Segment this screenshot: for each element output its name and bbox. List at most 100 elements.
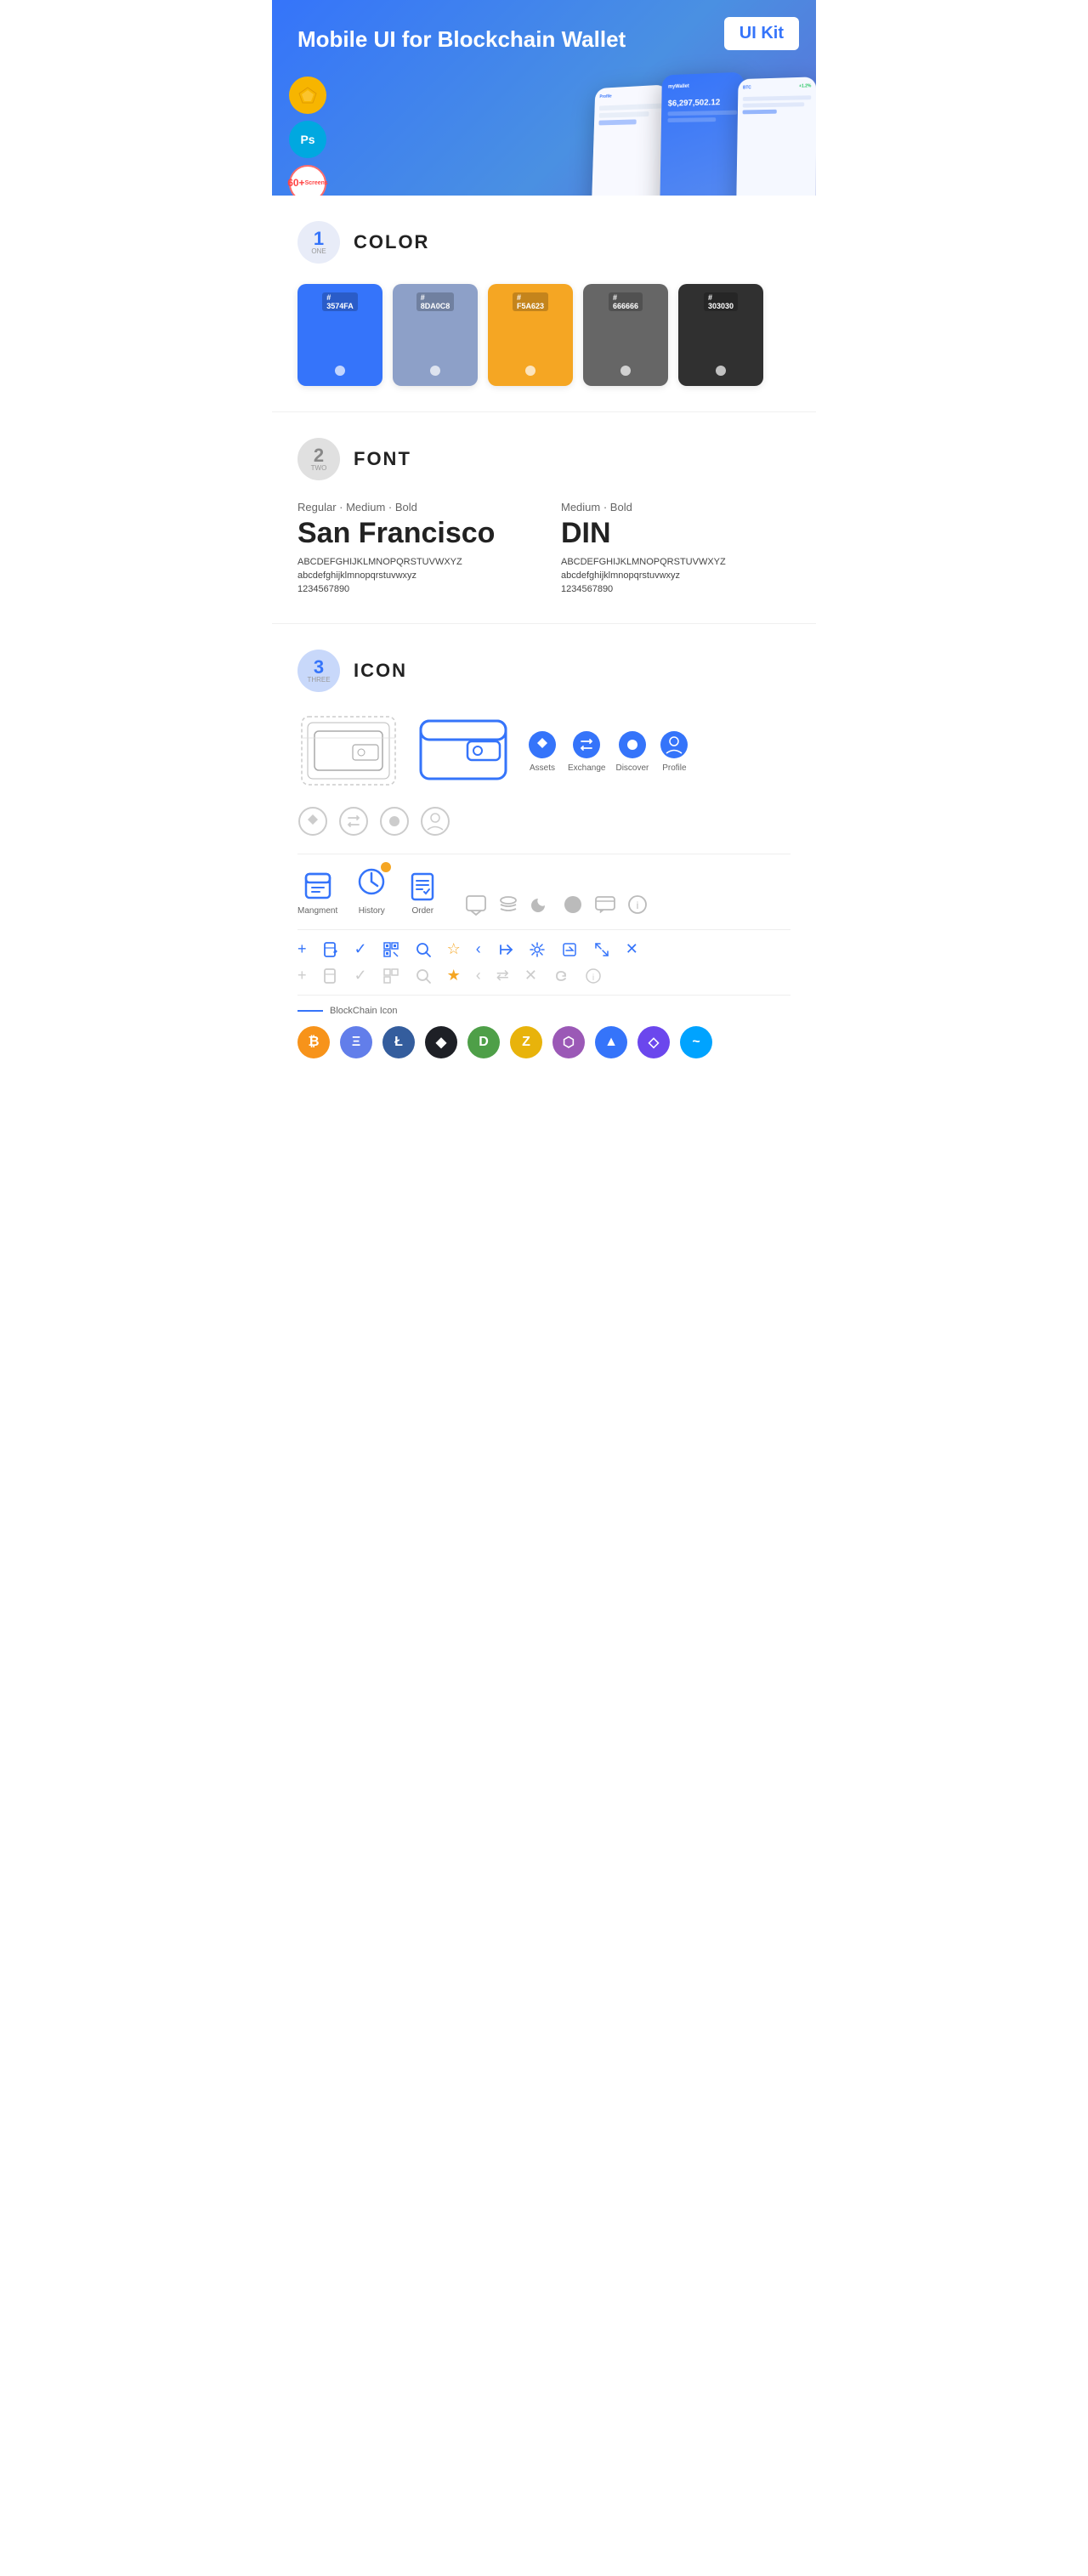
section-num-2: 2 TWO bbox=[298, 438, 340, 480]
crypto-icon-1: Ξ bbox=[340, 1026, 372, 1058]
divider-2 bbox=[298, 929, 790, 930]
tab-icon-label: Discover bbox=[615, 763, 649, 773]
qr-icon-grey bbox=[382, 967, 400, 984]
phone-2: myWallet $6,297,502.12 bbox=[660, 72, 745, 196]
font-lowercase: abcdefghijklmnopqrstuvwxyz bbox=[298, 570, 527, 581]
wallet-wireframe-svg bbox=[298, 712, 400, 789]
close-icon[interactable]: ✕ bbox=[626, 940, 638, 958]
svg-text:i: i bbox=[637, 899, 639, 911]
badge-row: Ps 60+ Screens bbox=[289, 77, 326, 196]
upload-icon[interactable] bbox=[561, 941, 578, 958]
phone-mockups: Profile myWallet $6,297,502.12 BTC+1.2% bbox=[591, 72, 816, 196]
circle-icon bbox=[562, 894, 584, 916]
crypto-icon-6: ⬡ bbox=[552, 1026, 585, 1058]
color-hex-label: # 303030 bbox=[704, 292, 738, 311]
crypto-icon-0: ₿ bbox=[298, 1026, 330, 1058]
tab-icons-grey bbox=[298, 806, 450, 837]
chat-icon bbox=[465, 894, 487, 916]
check-icon[interactable]: ✓ bbox=[354, 940, 367, 958]
section-header-font: 2 TWO FONT bbox=[298, 438, 790, 480]
blockchain-line bbox=[298, 1010, 323, 1012]
action-icons-row-1: + ✓ ☆ ‹ ✕ bbox=[298, 940, 790, 958]
color-swatch-303030: # 303030 bbox=[678, 284, 763, 386]
moon-icon bbox=[530, 894, 552, 916]
history-badge bbox=[381, 862, 391, 872]
history-label: History bbox=[359, 906, 385, 916]
tab-icon-label: Exchange bbox=[568, 763, 605, 773]
ui-kit-badge: UI Kit bbox=[724, 17, 799, 50]
chevron-left-icon-grey: ‹ bbox=[476, 967, 481, 984]
profile-icon-grey bbox=[420, 806, 450, 837]
crypto-icon-7: ▲ bbox=[595, 1026, 627, 1058]
color-swatch-3574FA: # 3574FA bbox=[298, 284, 382, 386]
crypto-icon-2: Ł bbox=[382, 1026, 415, 1058]
color-swatch-row: # 3574FA # 8DA0C8 # F5A623 # 666666 # 303030 bbox=[298, 284, 790, 386]
hero-title: Mobile UI for Blockchain Wallet bbox=[298, 26, 790, 54]
font-numbers: 1234567890 bbox=[561, 584, 790, 594]
font-title: FONT bbox=[354, 448, 411, 470]
layers-icon bbox=[497, 894, 519, 916]
redo-icon-grey bbox=[552, 967, 570, 984]
history-icon-wrapper bbox=[354, 865, 388, 903]
star-icon[interactable]: ☆ bbox=[447, 940, 461, 958]
order-icon bbox=[405, 869, 439, 903]
section-num-1: 1 ONE bbox=[298, 221, 340, 264]
tab-icon-label: Profile bbox=[662, 763, 686, 773]
screens-badge: 60+ Screens bbox=[289, 165, 326, 196]
misc-icon-row: i bbox=[465, 894, 649, 916]
crypto-icon-9: ~ bbox=[680, 1026, 712, 1058]
share-icon[interactable] bbox=[496, 941, 513, 958]
resize-icon[interactable] bbox=[593, 941, 610, 958]
message-icon bbox=[594, 894, 616, 916]
arrows-icon-grey: ⇄ bbox=[496, 967, 509, 984]
blockchain-label-row: BlockChain Icon bbox=[298, 1006, 790, 1016]
color-hex-label: # 8DA0C8 bbox=[416, 292, 455, 311]
color-swatch-666666: # 666666 bbox=[583, 284, 668, 386]
crypto-icon-5: Z bbox=[510, 1026, 542, 1058]
document-edit-icon-grey bbox=[322, 967, 339, 984]
phone-1: Profile bbox=[591, 84, 668, 196]
font-row: Regular · Medium · Bold San Francisco AB… bbox=[298, 501, 790, 598]
icon-title: ICON bbox=[354, 660, 407, 682]
check-icon-grey: ✓ bbox=[354, 967, 367, 984]
tab-icons-colored: Assets Exchange Discover Profile bbox=[527, 729, 689, 773]
plus-icon-grey: + bbox=[298, 967, 307, 984]
x-icon-grey: ✕ bbox=[524, 967, 537, 984]
search-icon-grey bbox=[415, 967, 432, 984]
qr-icon[interactable] bbox=[382, 941, 400, 958]
color-swatch-F5A623: # F5A623 bbox=[488, 284, 573, 386]
font-section: 2 TWO FONT Regular · Medium · Bold San F… bbox=[272, 411, 816, 623]
color-hex-label: # 3574FA bbox=[322, 292, 358, 311]
sketch-badge bbox=[289, 77, 326, 114]
tab-icon-assets: Assets bbox=[527, 729, 558, 773]
wallet-colored-container bbox=[416, 712, 510, 789]
action-icons-row-2: + ✓ ★ ‹ ⇄ ✕ i bbox=[298, 967, 790, 984]
phone-3: BTC+1.2% bbox=[736, 77, 816, 196]
management-icon-item: Mangment bbox=[298, 869, 337, 916]
tab-icon-discover: Discover bbox=[615, 729, 649, 773]
document-edit-icon[interactable] bbox=[322, 941, 339, 958]
font-style-label: Medium · Bold bbox=[561, 501, 790, 513]
settings-icon[interactable] bbox=[529, 941, 546, 958]
ps-badge: Ps bbox=[289, 121, 326, 158]
wallet-colored-svg bbox=[416, 712, 510, 789]
history-icon-item: History bbox=[354, 865, 388, 916]
blockchain-label: BlockChain Icon bbox=[330, 1006, 398, 1016]
color-hex-label: # F5A623 bbox=[513, 292, 548, 311]
icon-section: 3 THREE ICON Ass bbox=[272, 623, 816, 1084]
wallet-wireframe-container bbox=[298, 712, 400, 789]
order-icon-item: Order bbox=[405, 869, 439, 916]
font-uppercase: ABCDEFGHIJKLMNOPQRSTUVWXYZ bbox=[298, 557, 527, 567]
chevron-left-icon[interactable]: ‹ bbox=[476, 940, 481, 958]
crypto-icon-4: D bbox=[468, 1026, 500, 1058]
discover-icon-grey bbox=[379, 806, 410, 837]
svg-text:i: i bbox=[592, 973, 594, 983]
font-lowercase: abcdefghijklmnopqrstuvwxyz bbox=[561, 570, 790, 581]
tab-icon-exchange: Exchange bbox=[568, 729, 605, 773]
plus-icon[interactable]: + bbox=[298, 940, 307, 958]
star-icon-gold[interactable]: ★ bbox=[447, 967, 461, 984]
color-title: COLOR bbox=[354, 231, 429, 253]
search-icon[interactable] bbox=[415, 941, 432, 958]
font-style-label: Regular · Medium · Bold bbox=[298, 501, 527, 513]
crypto-icon-3: ◆ bbox=[425, 1026, 457, 1058]
